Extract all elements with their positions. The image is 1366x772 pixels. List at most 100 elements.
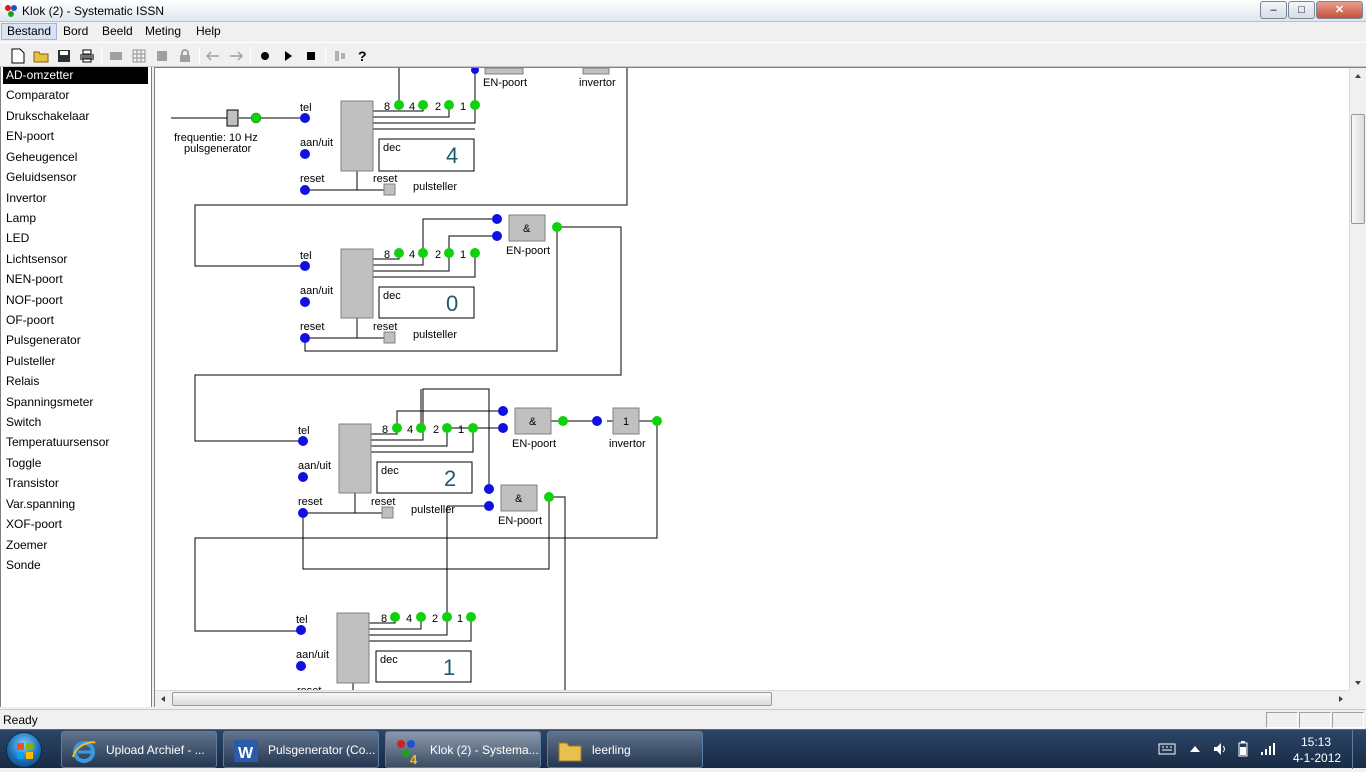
component-en-poort[interactable]: EN-poort (3, 128, 148, 145)
battery-icon[interactable] (1237, 741, 1249, 757)
component-pulsteller[interactable]: Pulsteller (3, 353, 148, 370)
component-spanningsmeter[interactable]: Spanningsmeter (3, 394, 148, 411)
invertor[interactable]: 1 invertor (592, 407, 662, 450)
network-signal-icon[interactable] (1260, 742, 1276, 756)
close-button[interactable]: ✕ (1316, 1, 1363, 19)
taskbar-button-issn[interactable]: 4 Klok (2) - Systema... (385, 731, 541, 768)
forward-button[interactable] (226, 46, 246, 65)
svg-text:1: 1 (460, 249, 466, 261)
pulsteller-2[interactable]: tel aan/uit reset 8 4 2 1 dec 0 reset pu… (300, 248, 480, 344)
component-var-spanning[interactable]: Var.spanning (3, 496, 148, 513)
component-invertor[interactable]: Invertor (3, 190, 148, 207)
component-zoemer[interactable]: Zoemer (3, 537, 148, 554)
component-geheugencel[interactable]: Geheugencel (3, 149, 148, 166)
block-button[interactable] (152, 46, 172, 65)
pulsteller-3[interactable]: tel aan/uit reset 8 4 2 1 dec 2 reset pu… (298, 423, 478, 519)
clock-time[interactable]: 15:13 (1301, 735, 1331, 749)
en-poort-2[interactable]: & EN-poort (498, 406, 568, 450)
component-nof-poort[interactable]: NOF-poort (3, 292, 148, 309)
maximize-button[interactable]: □ (1288, 1, 1315, 19)
grid-button[interactable] (129, 46, 149, 65)
counter-value-3: 2 (444, 466, 456, 491)
en-poort-3[interactable]: & EN-poort (484, 484, 554, 527)
svg-text:pulsteller: pulsteller (413, 181, 457, 193)
component-drukschakelaar[interactable]: Drukschakelaar (3, 108, 148, 125)
block-icon (157, 50, 167, 61)
svg-text:dec: dec (380, 654, 398, 666)
show-desktop-button[interactable] (1352, 730, 1366, 769)
component-comparator[interactable]: Comparator (3, 87, 148, 104)
horizontal-scrollbar[interactable] (155, 690, 1349, 707)
taskbar-button-word[interactable]: W Pulsgenerator (Co... (223, 731, 379, 768)
component-relais[interactable]: Relais (3, 373, 148, 390)
svg-text:8: 8 (384, 101, 390, 113)
lock-button[interactable] (175, 46, 195, 65)
speaker-icon[interactable] (1212, 742, 1228, 756)
component-transistor[interactable]: Transistor (3, 475, 148, 492)
show-hidden-icons-icon[interactable] (1189, 744, 1201, 754)
open-file-button[interactable] (31, 46, 51, 65)
menu-meting[interactable]: Meting (140, 23, 186, 40)
component-led[interactable]: LED (3, 230, 148, 247)
menu-beeld[interactable]: Beeld (97, 23, 138, 40)
taskbar-button-folder[interactable]: leerling (547, 731, 703, 768)
folder-open-icon (33, 51, 49, 62)
menu-bestand[interactable]: Bestand (1, 23, 58, 40)
play-button[interactable] (278, 46, 298, 65)
start-button[interactable] (6, 732, 42, 768)
component-geluidsensor[interactable]: Geluidsensor (3, 169, 148, 186)
component-temperatuursensor[interactable]: Temperatuursensor (3, 434, 148, 451)
minimize-button[interactable]: ‒ (1260, 1, 1287, 19)
help-button[interactable]: ? (353, 46, 373, 65)
component-nen-poort[interactable]: NEN-poort (3, 271, 148, 288)
scroll-down-icon[interactable] (1350, 674, 1366, 691)
menu-bord[interactable]: Bord (58, 23, 93, 40)
top-partial-components: EN-poort invertor (471, 68, 616, 89)
component-ad-omzetter[interactable]: AD-omzetter (3, 67, 148, 84)
svg-text:2: 2 (435, 249, 441, 261)
horizontal-scroll-thumb[interactable] (172, 692, 772, 706)
component-xof-poort[interactable]: XOF-poort (3, 516, 148, 533)
menu-help[interactable]: Help (191, 23, 226, 40)
svg-text:4: 4 (410, 752, 418, 765)
vertical-scroll-thumb[interactable] (1351, 114, 1365, 224)
save-button[interactable] (54, 46, 74, 65)
internet-explorer-icon (72, 741, 96, 763)
stop-icon (307, 51, 315, 60)
new-file-button[interactable] (8, 46, 28, 65)
stop-button[interactable] (301, 46, 321, 65)
svg-text:&: & (523, 223, 531, 235)
component-of-poort[interactable]: OF-poort (3, 312, 148, 329)
scroll-up-icon[interactable] (1350, 68, 1366, 85)
folder-icon (558, 742, 582, 762)
component-lichtsensor[interactable]: Lichtsensor (3, 251, 148, 268)
component-pulsgenerator[interactable]: Pulsgenerator (3, 332, 148, 349)
print-button[interactable] (77, 46, 97, 65)
layout-button[interactable] (330, 46, 350, 65)
component-button[interactable] (106, 46, 126, 65)
clock-date[interactable]: 4-1-2012 (1293, 751, 1341, 765)
circuit-canvas[interactable]: EN-poort invertor frequentie: 10 Hz puls… (154, 67, 1366, 707)
pulsteller-1[interactable]: tel aan/uit reset 8 4 2 1 dec 4 reset pu… (300, 100, 480, 196)
component-list: AD-omzetter Comparator Drukschakelaar EN… (0, 67, 152, 707)
component-toggle[interactable]: Toggle (3, 455, 148, 472)
pulsgenerator[interactable]: frequentie: 10 Hz pulsgenerator (174, 109, 262, 155)
en-poort-1[interactable]: & EN-poort (492, 214, 562, 257)
lock-icon (180, 48, 190, 62)
pulsteller-4[interactable]: tel aan/uit 8 4 2 1 dec 1 reset (296, 612, 476, 691)
svg-text:pulsteller: pulsteller (413, 329, 457, 341)
component-lamp[interactable]: Lamp (3, 210, 148, 227)
vertical-scrollbar[interactable] (1349, 68, 1366, 691)
component-sonde[interactable]: Sonde (3, 557, 148, 574)
svg-text:1: 1 (460, 101, 466, 113)
svg-text:reset: reset (300, 173, 324, 185)
scroll-left-icon[interactable] (155, 691, 172, 708)
record-button[interactable] (255, 46, 275, 65)
taskbar-button-ie[interactable]: Upload Archief - ... (61, 731, 217, 768)
menu-bar: Bestand Bord Beeld Meting Help (0, 22, 1366, 41)
component-switch[interactable]: Switch (3, 414, 148, 431)
back-button[interactable] (203, 46, 223, 65)
svg-text:&: & (529, 416, 537, 428)
scroll-right-icon[interactable] (1332, 691, 1349, 708)
keyboard-language-icon[interactable] (1158, 742, 1176, 756)
